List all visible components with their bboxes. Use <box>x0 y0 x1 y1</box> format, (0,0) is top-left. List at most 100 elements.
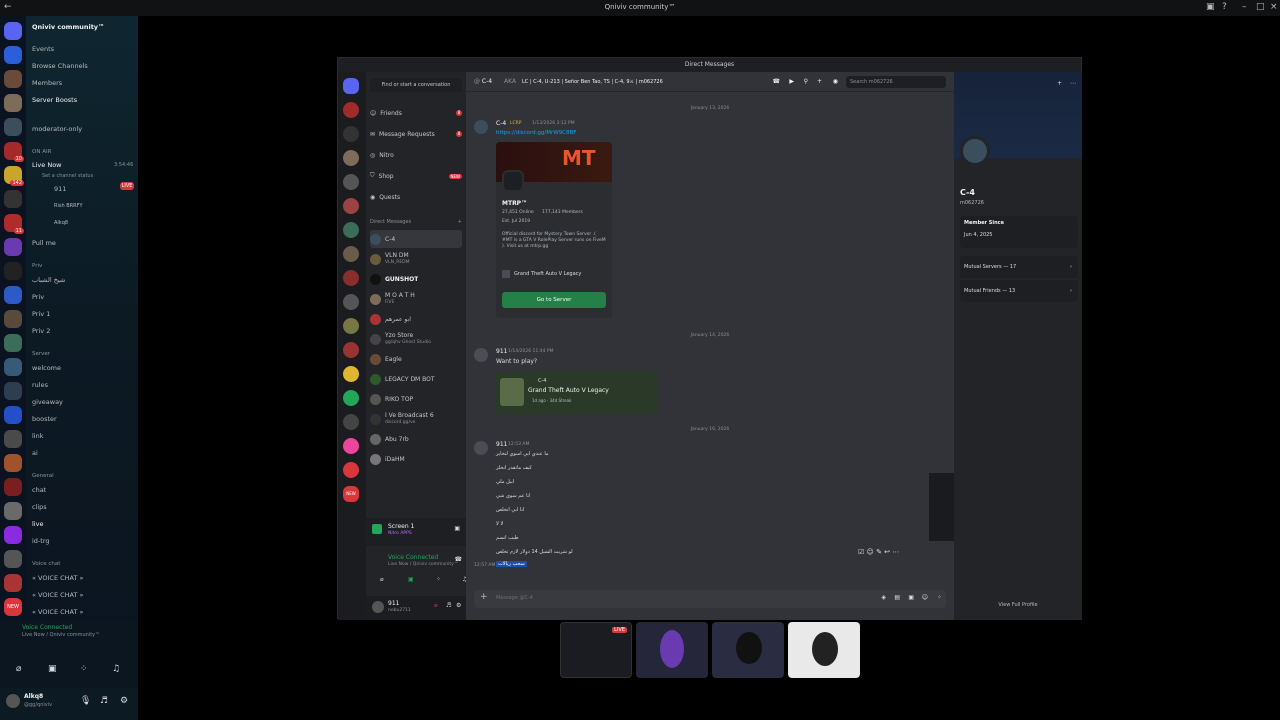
profile-toggle-icon[interactable]: ◉ <box>833 72 838 92</box>
message-requests-link[interactable]: ✉ Message Requests 8 <box>370 125 462 143</box>
dm-item[interactable]: C-4 <box>370 230 462 248</box>
dm-home-icon[interactable] <box>343 78 359 94</box>
server-icon[interactable] <box>4 190 22 208</box>
participant-tile[interactable] <box>788 622 860 678</box>
more-icon[interactable]: ⋯ <box>892 548 899 556</box>
settings-icon[interactable]: ⚙ <box>456 602 461 609</box>
dm-item[interactable]: RIKO TOP <box>370 390 462 408</box>
emoji-icon[interactable]: ☺ <box>867 548 874 556</box>
mutual-friends[interactable]: Mutual Friends — 13 › <box>960 280 1078 302</box>
maximize-icon[interactable]: □ <box>1256 2 1265 12</box>
gif-icon[interactable]: ▤ <box>894 594 900 601</box>
server-icon[interactable] <box>4 382 22 400</box>
apps-icon[interactable]: ⁘ <box>937 594 942 601</box>
dm-search-input[interactable]: Find or start a conversation <box>370 78 462 92</box>
server-icon[interactable] <box>4 478 22 496</box>
server-icon[interactable] <box>4 430 22 448</box>
server-icon[interactable] <box>343 318 359 334</box>
nitro-link[interactable]: ◎ Nitro <box>370 146 462 164</box>
chat-recipient[interactable]: C-4 <box>482 78 492 85</box>
headphones-icon[interactable]: ♬ <box>100 696 108 706</box>
category-priv[interactable]: Priv <box>32 259 134 273</box>
channel-priv-1[interactable]: Priv 1 <box>32 307 134 321</box>
share-screen-icon[interactable]: ▣ <box>408 576 414 583</box>
server-icon[interactable] <box>343 342 359 358</box>
pin-icon[interactable]: ⚲ <box>804 72 808 92</box>
avatar[interactable] <box>474 441 488 455</box>
set-status[interactable]: Set a channel status <box>42 169 134 183</box>
quests-link[interactable]: ◉ Quests <box>370 188 462 206</box>
dm-item[interactable]: ابو عمرهم <box>370 310 462 328</box>
dm-item[interactable]: LEGACY DM BOT <box>370 370 462 388</box>
category-on-air[interactable]: ON AIR <box>32 145 134 159</box>
call-icon[interactable]: ☎ <box>773 72 780 92</box>
members-link[interactable]: Members <box>32 76 134 90</box>
dm-item[interactable]: iDaHM <box>370 450 462 468</box>
server-icon[interactable] <box>343 366 359 382</box>
server-icon[interactable] <box>4 502 22 520</box>
help-icon[interactable]: ? <box>1222 2 1227 12</box>
voice-channel[interactable]: « VOICE CHAT » <box>32 588 134 602</box>
channel-clips[interactable]: clips <box>32 500 134 514</box>
channel-chat[interactable]: chat <box>32 483 134 497</box>
server-icon[interactable] <box>343 390 359 406</box>
dm-item[interactable]: Abu 7rb <box>370 430 462 448</box>
shop-link[interactable]: ⛉ Shop NEW <box>370 167 462 185</box>
server-icon[interactable]: 142 <box>4 166 24 186</box>
voice-channel[interactable]: « VOICE CHAT » <box>32 605 134 619</box>
channel-moderator[interactable]: moderator-only <box>32 122 134 136</box>
server-icon[interactable] <box>4 334 22 352</box>
participant-tile[interactable] <box>712 622 784 678</box>
avatar[interactable] <box>6 694 20 708</box>
activities-icon[interactable]: ⁘ <box>80 664 88 674</box>
channel-ai[interactable]: ai <box>32 446 134 460</box>
soundboard-icon[interactable]: ♫ <box>112 664 120 674</box>
add-dm-icon[interactable]: + <box>458 219 462 225</box>
message-author[interactable]: C-4 <box>496 120 506 127</box>
server-icon[interactable] <box>343 246 359 262</box>
video-icon[interactable]: ▶ <box>789 72 794 92</box>
dm-item[interactable]: GUNSHOT <box>370 270 462 288</box>
dm-item[interactable]: VLN DM VLN_REDM <box>370 250 462 268</box>
avatar[interactable] <box>474 120 488 134</box>
channel-booster[interactable]: booster <box>32 412 134 426</box>
server-icon[interactable] <box>4 550 22 568</box>
dm-item[interactable]: M O A T H FiVE <box>370 290 462 308</box>
server-icon[interactable] <box>4 118 22 136</box>
stream-thumbnail[interactable]: LIVE <box>560 622 632 678</box>
home-server-icon[interactable] <box>4 22 22 40</box>
message-author[interactable]: 911 <box>496 441 507 448</box>
server-icon[interactable]: 10 <box>4 142 24 162</box>
server-icon[interactable] <box>343 126 359 142</box>
minimize-icon[interactable]: – <box>1242 2 1247 12</box>
reply-icon[interactable]: ↩ <box>884 548 890 556</box>
microphone-icon[interactable]: 🎙 <box>80 696 91 706</box>
gift-icon[interactable]: ◈ <box>881 594 886 601</box>
go-to-server-button[interactable]: Go to Server <box>502 292 606 308</box>
channel-rules[interactable]: rules <box>32 378 134 392</box>
message-author[interactable]: 911 <box>496 348 507 355</box>
server-icon[interactable] <box>4 574 22 592</box>
events-link[interactable]: Events <box>32 42 134 56</box>
category-server[interactable]: Server <box>32 347 134 361</box>
sticker-icon[interactable]: ▣ <box>908 594 914 601</box>
camera-icon[interactable]: ▣ <box>48 664 57 674</box>
server-icon[interactable]: 11 <box>4 214 24 234</box>
message-input[interactable]: + Message @C-4 ◈ ▤ ▣ ☺ ⁘ <box>474 590 946 608</box>
edit-icon[interactable]: ✎ <box>876 548 882 556</box>
server-icon[interactable] <box>343 294 359 310</box>
server-icon[interactable] <box>343 174 359 190</box>
mutual-servers[interactable]: Mutual Servers — 17 › <box>960 256 1078 278</box>
close-icon[interactable]: × <box>1270 2 1278 12</box>
emoji-icon[interactable]: ☺ <box>922 594 928 601</box>
channel-pull-me[interactable]: Pull me <box>32 236 134 250</box>
server-icon[interactable] <box>343 414 359 430</box>
channel-giveaway[interactable]: giveaway <box>32 395 134 409</box>
participant-tile[interactable] <box>636 622 708 678</box>
channel-welcome[interactable]: welcome <box>32 361 134 375</box>
avatar[interactable] <box>474 348 488 362</box>
server-icon[interactable] <box>4 454 22 472</box>
server-icon[interactable] <box>4 526 22 544</box>
channel-live[interactable]: live <box>32 517 134 531</box>
channel-link[interactable]: link <box>32 429 134 443</box>
